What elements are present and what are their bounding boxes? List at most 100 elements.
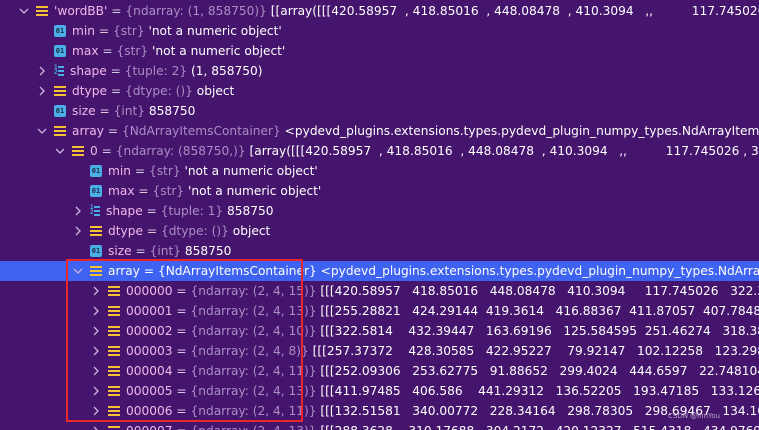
chevron-right-icon[interactable] [90,325,102,337]
equals-sign: = [134,184,153,198]
chevron-down-icon[interactable] [72,265,84,277]
chevron-right-icon[interactable] [90,345,102,357]
equals-sign: = [131,244,150,258]
row-value: object [228,224,271,238]
array-icon [54,125,66,137]
chevron-right-icon[interactable] [90,385,102,397]
tree-row[interactable]: 000004 = {ndarray: (2, 4, 11)} [[[252.09… [0,361,759,381]
array-icon [108,325,120,337]
equals-sign: = [172,384,191,398]
row-name: 000001 [126,304,173,318]
row-type: {ndarray: (1, 858750)} [125,4,267,18]
tree-row[interactable]: min = {str} 'not a numeric object' [0,21,759,41]
array-icon [108,405,120,417]
tree-row[interactable]: 000005 = {ndarray: (2, 4, 13)} [[[411.97… [0,381,759,401]
row-value: 'not a numeric object' [148,44,286,58]
variables-tree: 'wordBB' = {ndarray: (1, 858750)} [[arra… [0,0,759,430]
row-value: 858750 [223,204,274,218]
tree-row[interactable]: size = {int} 858750 [0,101,759,121]
row-name: array [72,124,104,138]
primitive-value-icon [54,25,66,37]
array-icon [108,385,120,397]
tree-row[interactable]: array = {NdArrayItemsContainer} <pydevd_… [0,261,759,281]
chevron-right-icon[interactable] [36,65,48,77]
tree-row[interactable]: 000006 = {ndarray: (2, 4, 11)} [[[132.51… [0,401,759,421]
row-name: max [108,184,135,198]
equals-sign: = [95,104,114,118]
tree-row[interactable]: min = {str} 'not a numeric object' [0,161,759,181]
chevron-right-icon[interactable] [90,365,102,377]
row-value: object [192,84,235,98]
row-type: {tuple: 2} [124,64,188,78]
primitive-value-icon [54,45,66,57]
row-type: {dtype: ()} [124,84,193,98]
equals-sign: = [130,164,149,178]
row-value: [[[411.97485 406.586 441.29312 136.52205… [320,384,759,398]
row-name: 0 [90,144,98,158]
row-type: {ndarray: (2, 4, 10)} [190,324,317,338]
row-type: {str} [152,184,185,198]
equals-sign: = [172,284,191,298]
tree-row[interactable]: 'wordBB' = {ndarray: (1, 858750)} [[arra… [0,1,759,21]
tree-row[interactable]: 000007 = {ndarray: (2, 4, 13)} [[[288.36… [0,421,759,430]
row-name: 000003 [126,344,173,358]
row-type: {int} [149,244,182,258]
chevron-down-icon[interactable] [54,145,66,157]
tree-row[interactable]: max = {str} 'not a numeric object' [0,41,759,61]
row-value: <pydevd_plugins.extensions.types.pydevd_… [320,264,759,278]
array-icon [108,345,120,357]
row-value: [[[288.3628 310.17688 304.2172 420.12327… [317,424,759,430]
row-name: 000000 [126,284,173,298]
row-type: {ndarray: (2, 4, 13)} [190,304,317,318]
tree-row[interactable]: 1 2 shape = {tuple: 1} 858750 [0,201,759,221]
primitive-value-icon [90,165,102,177]
tree-row[interactable]: 000003 = {ndarray: (2, 4, 8)} [[[257.373… [0,341,759,361]
tree-row[interactable]: size = {int} 858750 [0,241,759,261]
tree-row[interactable]: 0 = {ndarray: (858750,)} [array([[[420.5… [0,141,759,161]
equals-sign: = [142,224,161,238]
tree-row[interactable]: 000001 = {ndarray: (2, 4, 13)} [[[255.28… [0,301,759,321]
chevron-down-icon[interactable] [18,5,30,17]
row-type: {ndarray: (858750,)} [115,144,246,158]
chevron-right-icon[interactable] [90,405,102,417]
tree-row[interactable]: dtype = {dtype: ()} object [0,81,759,101]
row-type: {dtype: ()} [160,224,229,238]
row-type: {str} [112,24,145,38]
row-name: shape [70,64,107,78]
row-name: dtype [108,224,143,238]
tuple-icon: 12 [90,205,100,217]
row-name: 000002 [126,324,173,338]
tree-row[interactable]: max = {str} 'not a numeric object' [0,181,759,201]
row-value: 'not a numeric object' [180,164,318,178]
row-value: 'not a numeric object' [144,24,282,38]
tree-row[interactable]: 000002 = {ndarray: (2, 4, 10)} [[[322.58… [0,321,759,341]
row-value: [array([[[420.58957 , 418.85016 , 448.08… [249,144,759,158]
row-type: {NdArrayItemsContainer} [157,264,317,278]
row-name: size [108,244,132,258]
chevron-right-icon[interactable] [72,225,84,237]
row-name: size [72,104,96,118]
row-name: min [72,24,95,38]
array-icon [108,425,120,430]
row-type: {ndarray: (2, 4, 8)} [190,344,309,358]
row-name: 000007 [126,424,173,430]
equals-sign: = [94,24,113,38]
chevron-right-icon[interactable] [36,85,48,97]
tree-row[interactable]: 000000 = {ndarray: (2, 4, 15)} [[[420.58… [0,281,759,301]
chevron-right-icon[interactable] [90,285,102,297]
tree-row[interactable]: array = {NdArrayItemsContainer} <pydevd_… [0,121,759,141]
row-type: {ndarray: (2, 4, 13)} [190,384,317,398]
tree-row[interactable]: dtype = {dtype: ()} object [0,221,759,241]
chevron-right-icon[interactable] [90,305,102,317]
equals-sign: = [172,364,191,378]
equals-sign: = [98,44,117,58]
chevron-right-icon[interactable] [90,425,102,430]
tree-row[interactable]: 1 2 shape = {tuple: 2} (1, 858750) [0,61,759,81]
array-icon [108,365,120,377]
chevron-right-icon[interactable] [72,205,84,217]
row-value: [[array([[[420.58957 , 418.85016 , 448.0… [270,4,759,18]
chevron-down-icon[interactable] [36,125,48,137]
tuple-icon: 12 [54,65,64,77]
row-value: [[[255.28821 424.29144 419.3614 416.8836… [320,304,759,318]
equals-sign: = [172,404,191,418]
